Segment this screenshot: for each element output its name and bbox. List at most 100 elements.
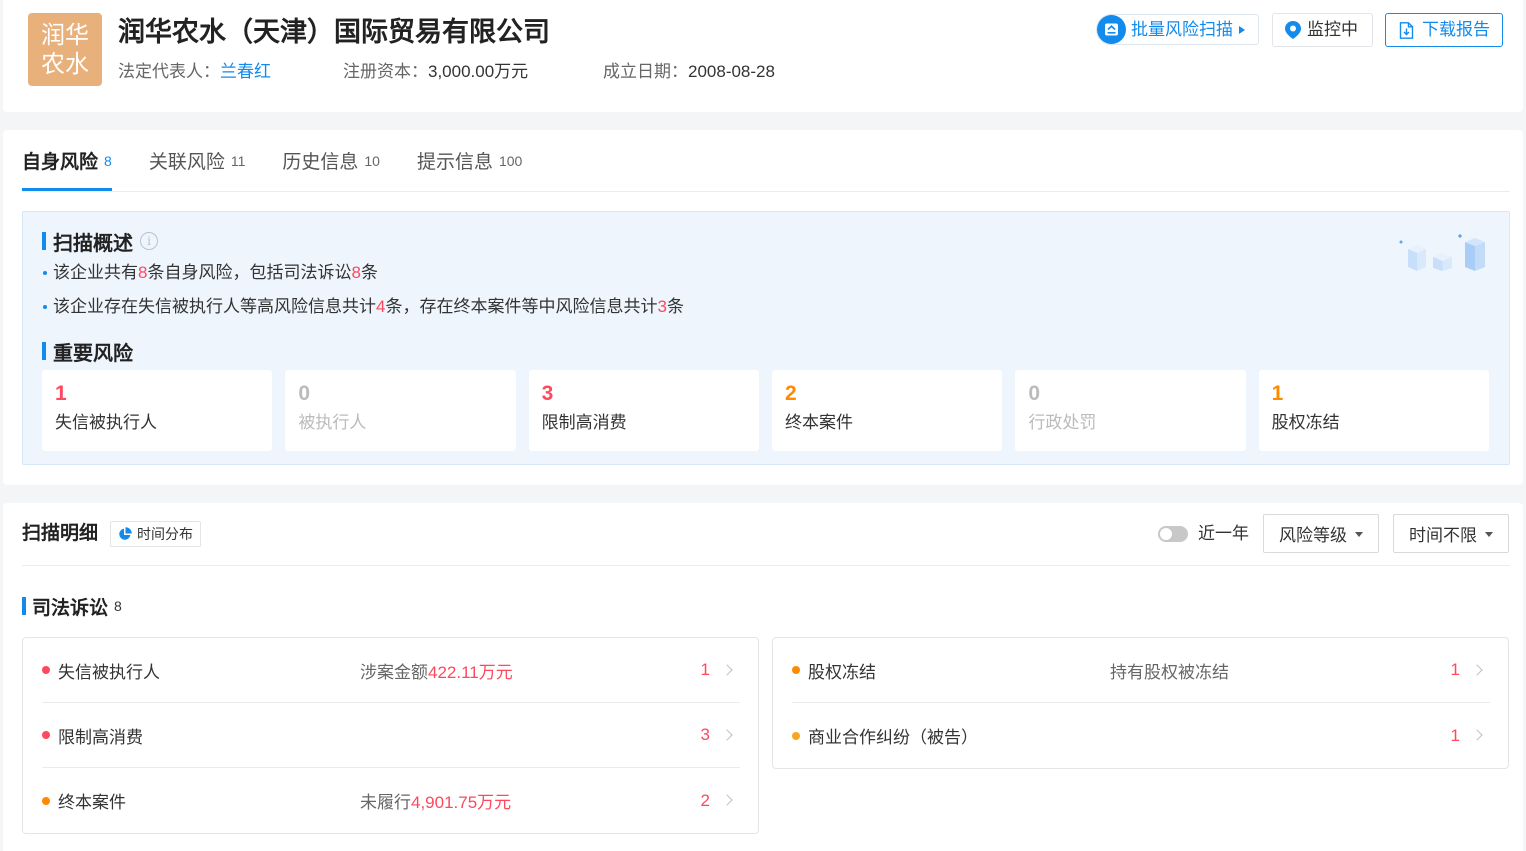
summary-text: 条 xyxy=(666,297,684,316)
risk-row-label: 终本案件 xyxy=(58,793,126,812)
judicial-litigation-title-text: 司法诉讼 xyxy=(32,597,109,619)
summary-line-2: 该企业存在失信被执行人等高风险信息共计4条，存在终本案件等中风险信息共计3条 xyxy=(42,295,684,319)
registered-capital-value: 3,000.00万元 xyxy=(428,62,529,81)
tab-history-info[interactable]: 历史信息 10 xyxy=(282,130,380,191)
logo-text-line-2: 农水 xyxy=(41,50,89,78)
key-risk-card-judgment-debtor[interactable]: 0 被执行人 xyxy=(285,370,516,451)
risk-row-consumption-restriction[interactable]: 限制高消费 3 xyxy=(42,703,740,768)
chevron-right-icon xyxy=(1471,664,1483,676)
key-risk-count: 1 xyxy=(55,382,67,405)
tab-count: 100 xyxy=(498,152,523,169)
key-risk-card-consumption-restriction[interactable]: 3 限制高消费 xyxy=(528,370,759,451)
info-icon[interactable]: i xyxy=(140,232,158,250)
dropdown-label: 风险等级 xyxy=(1279,526,1347,545)
tab-related-risk[interactable]: 关联风险 11 xyxy=(149,130,246,191)
key-risk-card-equity-freeze[interactable]: 1 股权冻结 xyxy=(1258,370,1489,451)
key-risk-card-dishonest-debtor[interactable]: 1 失信被执行人 xyxy=(42,370,273,451)
tab-label: 关联风险 xyxy=(148,152,225,173)
litigation-panel-right: 股权冻结 持有股权被冻结 1 商业合作纠纷（被告） 1 xyxy=(772,637,1509,769)
key-risk-count: 0 xyxy=(298,382,311,405)
registered-capital: 注册资本：3,000.00万元 xyxy=(343,60,528,84)
risk-row-description: 未履行4,901.75万元 xyxy=(360,788,511,813)
key-risk-cards: 1 失信被执行人 0 被执行人 3 限制高消费 2 终本案件 0 行政处罚 1 … xyxy=(42,370,1489,451)
scan-summary-box: 扫描概述 i 该企业共有8条自身风险，包括司法诉讼8条 该企业存在失信被执行人等… xyxy=(22,211,1510,465)
document-download-icon xyxy=(1399,21,1414,39)
risk-dot xyxy=(42,666,50,674)
recent-year-label: 近一年 xyxy=(1198,524,1249,543)
key-risks-title: 重要风险 xyxy=(42,340,133,365)
judicial-litigation-title: 司法诉讼 8 xyxy=(22,594,122,619)
key-risk-label: 行政处罚 xyxy=(1028,413,1097,432)
toggle-knob xyxy=(1160,528,1172,540)
risk-row-label: 限制高消费 xyxy=(58,727,143,747)
legal-rep-label: 法定代表人： xyxy=(118,62,220,81)
caret-down-icon xyxy=(1355,532,1363,537)
download-report-button[interactable]: 下载报告 xyxy=(1385,13,1503,47)
download-report-label: 下载报告 xyxy=(1422,20,1490,39)
key-risk-count: 0 xyxy=(1028,382,1041,405)
scan-summary-title-text: 扫描概述 xyxy=(53,232,133,255)
caret-down-icon xyxy=(1485,532,1493,537)
monitoring-button[interactable]: 监控中 xyxy=(1272,13,1373,47)
tab-label: 历史信息 xyxy=(282,152,359,173)
founded-date: 成立日期：2008-08-28 xyxy=(603,60,775,84)
tab-own-risk[interactable]: 自身风险 8 xyxy=(22,130,112,191)
pie-chart-icon xyxy=(118,527,132,541)
key-risk-label: 被执行人 xyxy=(298,413,367,432)
key-risk-label: 股权冻结 xyxy=(1271,413,1340,432)
monitoring-label: 监控中 xyxy=(1307,20,1358,39)
risk-row-description: 涉案金额422.11万元 xyxy=(360,658,513,683)
tab-label: 自身风险 xyxy=(22,152,99,173)
summary-text: 条自身风险，包括司法诉讼 xyxy=(147,263,352,282)
risk-tabs: 自身风险 8 关联风险 11 历史信息 10 提示信息 100 xyxy=(22,130,1510,192)
tab-count: 8 xyxy=(104,152,112,169)
company-header-card: 润华 农水 润华农水（天津）国际贸易有限公司 法定代表人：兰春红 注册资本：3,… xyxy=(3,0,1523,112)
divider xyxy=(22,565,1510,566)
risk-row-label: 失信被执行人 xyxy=(58,662,160,682)
key-risk-count: 2 xyxy=(784,382,797,405)
bullet-icon xyxy=(43,271,47,275)
risk-row-terminated-cases[interactable]: 终本案件 未履行4,901.75万元 2 xyxy=(42,768,740,833)
summary-text: 该企业共有 xyxy=(53,263,138,282)
chevron-right-icon xyxy=(721,729,733,741)
batch-risk-scan-button[interactable]: 批量风险扫描 xyxy=(1096,14,1259,45)
tab-notice-info[interactable]: 提示信息 100 xyxy=(417,130,522,191)
key-risk-label: 限制高消费 xyxy=(541,413,627,432)
legal-rep-link[interactable]: 兰春红 xyxy=(220,62,271,81)
summary-text: 条 xyxy=(360,263,378,282)
recent-year-toggle[interactable] xyxy=(1158,526,1188,542)
bullet-icon xyxy=(43,305,47,309)
title-accent-bar xyxy=(22,597,26,615)
summary-number: 8 xyxy=(351,263,361,282)
desc-amount: 4,901.75万元 xyxy=(411,793,512,812)
risk-row-description: 持有股权被冻结 xyxy=(1110,662,1229,682)
logo-text-line-1: 润华 xyxy=(41,21,89,49)
key-risk-card-admin-penalty[interactable]: 0 行政处罚 xyxy=(1015,370,1246,451)
scan-detail-card: 扫描明细 时间分布 近一年 风险等级 时间不限 司法诉讼 8 失信被执行人 涉案金… xyxy=(3,503,1523,851)
company-name: 润华农水（天津）国际贸易有限公司 xyxy=(118,17,550,47)
risk-row-count: 1 xyxy=(1450,660,1460,679)
time-distribution-button[interactable]: 时间分布 xyxy=(110,521,201,547)
time-range-dropdown[interactable]: 时间不限 xyxy=(1393,514,1509,553)
risk-row-equity-freeze[interactable]: 股权冻结 持有股权被冻结 1 xyxy=(792,638,1490,703)
summary-text: 该企业存在失信被执行人等高风险信息共计 xyxy=(53,297,376,316)
summary-number: 3 xyxy=(657,297,667,316)
risk-row-label: 商业合作纠纷（被告） xyxy=(808,728,978,747)
key-risk-card-terminated-cases[interactable]: 2 终本案件 xyxy=(771,370,1003,451)
summary-text: 条，存在终本案件等中风险信息共计 xyxy=(385,297,658,316)
risk-row-dishonest-debtor[interactable]: 失信被执行人 涉案金额422.11万元 1 xyxy=(42,638,740,703)
summary-line-1: 该企业共有8条自身风险，包括司法诉讼8条 xyxy=(42,261,378,285)
risk-row-business-dispute[interactable]: 商业合作纠纷（被告） 1 xyxy=(792,703,1490,768)
title-accent-bar xyxy=(42,232,46,250)
chevron-right-icon xyxy=(721,664,733,676)
company-logo: 润华 农水 xyxy=(28,13,102,86)
risk-dot xyxy=(42,796,50,805)
scan-summary-title: 扫描概述 i xyxy=(42,230,158,255)
risk-row-count: 1 xyxy=(1450,725,1460,745)
risk-dot xyxy=(792,666,800,674)
key-risk-label: 失信被执行人 xyxy=(55,413,157,432)
batch-scan-label: 批量风险扫描 xyxy=(1131,19,1233,39)
risk-overview-card: 自身风险 8 关联风险 11 历史信息 10 提示信息 100 扫描概述 i 该企业共有… xyxy=(3,130,1523,485)
founded-date-label: 成立日期： xyxy=(603,62,688,81)
risk-level-dropdown[interactable]: 风险等级 xyxy=(1263,514,1379,553)
